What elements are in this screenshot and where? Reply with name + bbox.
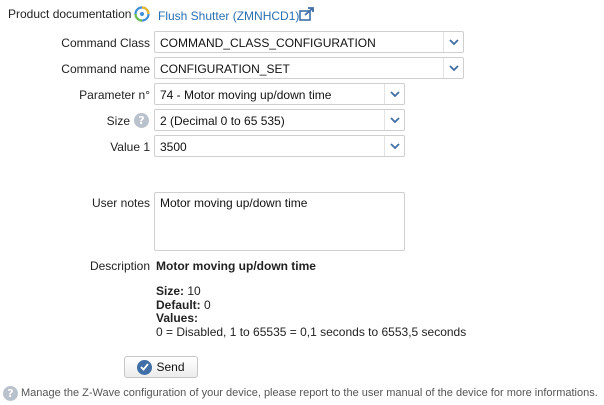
product-doc-label: Product documentation xyxy=(8,7,132,21)
desc-size-label: Size: xyxy=(156,284,185,298)
desc-default-value: 0 xyxy=(204,297,211,312)
desc-size-value: 10 xyxy=(187,284,201,298)
desc-values-text: 0 = Disabled, 1 to 65535 = 0,1 seconds t… xyxy=(156,324,467,339)
description-details: Size: 10 Default: 0 Values: 0 = Disabled… xyxy=(156,284,467,339)
chevron-down-icon xyxy=(443,32,463,52)
value1-label: Value 1 xyxy=(110,140,150,154)
command-name-value: CONFIGURATION_SET xyxy=(160,62,290,76)
chevron-down-icon xyxy=(384,84,404,104)
help-icon[interactable]: ? xyxy=(134,113,149,128)
chevron-down-icon xyxy=(384,110,404,130)
desc-default-label: Default: xyxy=(156,297,201,312)
product-link[interactable]: Flush Shutter (ZMNHCD1) xyxy=(158,9,299,23)
command-class-value: COMMAND_CLASS_CONFIGURATION xyxy=(160,36,376,50)
value1-value: 3500 xyxy=(160,140,187,154)
size-value: 2 (Decimal 0 to 65 535) xyxy=(160,114,285,128)
size-select[interactable]: 2 (Decimal 0 to 65 535) xyxy=(154,109,405,131)
chevron-down-icon xyxy=(443,58,463,78)
user-notes-textarea[interactable]: Motor moving up/down time xyxy=(154,192,405,251)
command-name-label: Command name xyxy=(61,62,150,76)
zwave-logo-icon xyxy=(134,6,150,22)
description-title: Motor moving up/down time xyxy=(156,259,316,273)
parameter-label: Parameter n° xyxy=(79,88,150,102)
footer-help-text: Manage the Z-Wave configuration of your … xyxy=(21,387,598,399)
send-label: Send xyxy=(156,360,185,374)
description-label: Description xyxy=(89,259,150,273)
parameter-value: 74 - Motor moving up/down time xyxy=(160,88,332,102)
parameter-select[interactable]: 74 - Motor moving up/down time xyxy=(154,83,405,105)
check-icon xyxy=(137,359,153,375)
command-class-label: Command Class xyxy=(61,36,150,50)
external-link-icon[interactable] xyxy=(299,7,315,21)
command-class-select[interactable]: COMMAND_CLASS_CONFIGURATION xyxy=(154,31,464,53)
chevron-down-icon xyxy=(384,136,404,156)
size-label: Size xyxy=(106,114,130,128)
desc-values-label: Values: xyxy=(156,311,199,325)
user-notes-label: User notes xyxy=(91,196,150,210)
command-name-select[interactable]: CONFIGURATION_SET xyxy=(154,57,464,79)
send-button[interactable]: Send xyxy=(124,356,198,378)
help-icon: ? xyxy=(3,386,18,401)
value1-select[interactable]: 3500 xyxy=(154,135,405,157)
